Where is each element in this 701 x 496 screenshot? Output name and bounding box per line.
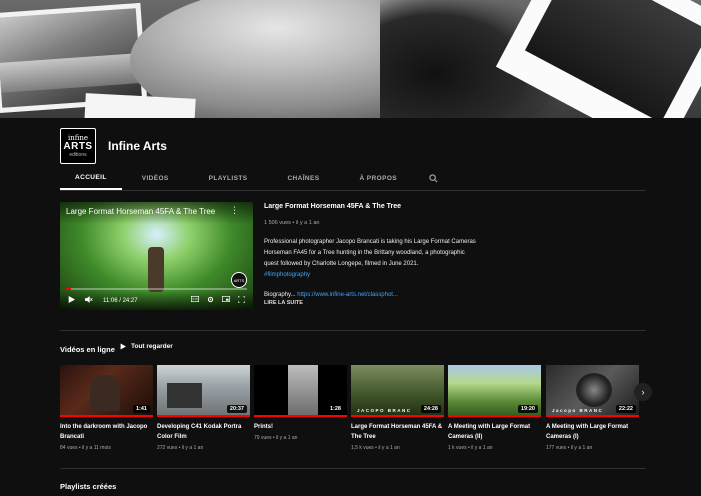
player-time: 11:06 / 24:27 — [103, 297, 138, 304]
section-title[interactable]: Vidéos en ligne — [60, 345, 115, 354]
watched-progress — [254, 415, 347, 417]
tab-videos[interactable]: VIDÉOS — [122, 166, 189, 190]
video-title[interactable]: A Meeting with Large Format Cameras (II) — [448, 422, 541, 442]
video-card[interactable]: 20:37 Developing C41 Kodak Portra Color … — [157, 365, 250, 451]
featured-meta: 1 506 vues • il y a 1 an — [264, 220, 320, 226]
channel-watermark[interactable]: ARTS — [231, 272, 247, 288]
video-title[interactable]: A Meeting with Large Format Cameras (I) — [546, 422, 639, 442]
featured-bio: Biography... https://www.infine-arts.net… — [264, 292, 479, 298]
video-thumbnail[interactable]: JACOPO BRANC 24:28 — [351, 365, 444, 417]
tab-playlists[interactable]: PLAYLISTS — [189, 166, 268, 190]
video-duration: 22:22 — [615, 405, 636, 413]
read-more-button[interactable]: LIRE LA SUITE — [264, 300, 479, 306]
video-title[interactable]: Into the darkroom with Jacopo Brancati — [60, 422, 153, 442]
video-card[interactable]: 1:28 Prints! 79 vues • il y a 1 an — [254, 365, 347, 441]
video-meta: 79 vues • il y a 1 an — [254, 435, 298, 441]
video-card[interactable]: 19:20 A Meeting with Large Format Camera… — [448, 365, 541, 451]
player-progress-fill — [66, 288, 72, 290]
channel-tabs: ACCUEIL VIDÉOS PLAYLISTS CHAÎNES À PROPO… — [60, 166, 646, 191]
video-duration: 20:37 — [226, 405, 247, 413]
player-progress-bar[interactable] — [66, 288, 247, 290]
video-thumbnail[interactable]: 19:20 — [448, 365, 541, 417]
miniplayer-icon[interactable] — [222, 296, 230, 305]
video-duration: 19:20 — [517, 405, 538, 413]
channel-name: Infine Arts — [108, 139, 167, 153]
featured-description: Professional photographer Jacopo Brancat… — [264, 237, 479, 281]
subtitles-icon[interactable] — [191, 296, 199, 305]
video-thumbnail[interactable]: Jacopo BRANC 22:22 — [546, 365, 639, 417]
featured-description-text: Professional photographer Jacopo Brancat… — [264, 239, 476, 267]
video-meta: 84 vues • il y a 11 mois — [60, 445, 111, 451]
section-divider — [60, 330, 646, 331]
video-meta: 177 vues • il y a 1 an — [546, 445, 593, 451]
video-title[interactable]: Prints! — [254, 422, 347, 432]
featured-video-player[interactable]: Large Format Horseman 45FA & The Tree ⋮ … — [60, 202, 253, 310]
channel-header: infine ARTS editions Infine Arts — [60, 128, 167, 164]
video-thumbnail[interactable]: 1:28 — [254, 365, 347, 417]
watched-progress — [157, 415, 250, 417]
play-all-button[interactable]: Tout regarder — [120, 343, 173, 350]
tab-a-propos[interactable]: À PROPOS — [340, 166, 418, 190]
video-duration: 1:28 — [326, 405, 344, 413]
video-title[interactable]: Large Format Horseman 45FA & The Tree — [351, 422, 444, 442]
shelf-next-button[interactable]: › — [634, 383, 652, 401]
video-duration: 24:28 — [420, 405, 441, 413]
watched-progress — [546, 415, 639, 417]
tab-chaines[interactable]: CHAÎNES — [267, 166, 339, 190]
watched-progress — [351, 415, 444, 417]
channel-avatar[interactable]: infine ARTS editions — [60, 128, 96, 164]
featured-video-info: Large Format Horseman 45FA & The Tree 1 … — [264, 203, 479, 306]
chevron-right-icon: › — [641, 387, 645, 397]
more-vert-icon[interactable]: ⋮ — [230, 205, 239, 216]
play-icon[interactable] — [68, 296, 75, 305]
mute-icon[interactable] — [85, 296, 93, 305]
player-tree-trunk — [148, 247, 164, 292]
search-icon[interactable] — [417, 166, 450, 190]
video-duration: 1:41 — [132, 405, 150, 413]
video-card[interactable]: Jacopo BRANC 22:22 A Meeting with Large … — [546, 365, 639, 451]
video-thumbnail[interactable]: 20:37 — [157, 365, 250, 417]
play-all-label: Tout regarder — [131, 343, 173, 350]
featured-title[interactable]: Large Format Horseman 45FA & The Tree — [264, 203, 479, 210]
section-divider — [60, 468, 646, 469]
settings-gear-icon[interactable] — [207, 296, 214, 305]
logo-text-2: ARTS — [63, 140, 93, 152]
player-controls: 11:06 / 24:27 — [60, 291, 253, 310]
thumbnail-caption: JACOPO BRANC — [357, 408, 412, 413]
tab-accueil[interactable]: ACCUEIL — [60, 166, 122, 190]
channel-banner — [0, 0, 701, 118]
video-card[interactable]: 1:41 Into the darkroom with Jacopo Branc… — [60, 365, 153, 451]
video-thumbnail[interactable]: 1:41 — [60, 365, 153, 417]
video-title[interactable]: Developing C41 Kodak Portra Color Film — [157, 422, 250, 442]
video-meta: 1 k vues • il y a 1 an — [448, 445, 493, 451]
video-meta: 272 vues • il y a 1 an — [157, 445, 204, 451]
watched-progress — [60, 415, 153, 417]
video-meta: 1,5 k vues • il y a 1 an — [351, 445, 400, 451]
play-all-icon — [120, 343, 126, 350]
video-card[interactable]: JACOPO BRANC 24:28 Large Format Horseman… — [351, 365, 444, 451]
fullscreen-icon[interactable] — [237, 295, 246, 305]
video-shelf: 1:41 Into the darkroom with Jacopo Branc… — [60, 365, 643, 455]
logo-text-3: editions — [69, 151, 87, 158]
bio-label: Biography... — [264, 292, 296, 298]
player-title[interactable]: Large Format Horseman 45FA & The Tree — [66, 207, 215, 216]
featured-hashtag[interactable]: #filmphotography — [264, 272, 310, 278]
section-title-playlists[interactable]: Playlists créées — [60, 482, 116, 491]
watched-progress — [448, 415, 541, 417]
thumbnail-caption: Jacopo BRANC — [552, 408, 604, 413]
bio-link[interactable]: https://www.infine-arts.net/classphot... — [297, 292, 398, 298]
